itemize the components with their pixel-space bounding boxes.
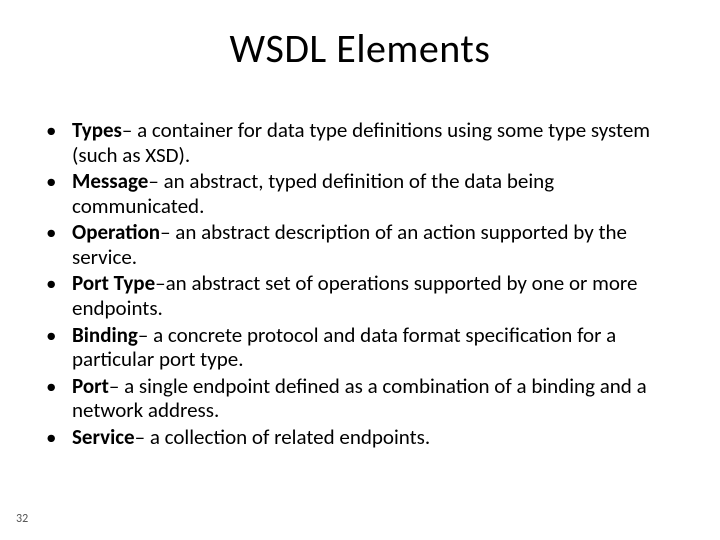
desc: – a collection of related endpoints. [135,424,431,450]
bullet-icon: • [46,220,72,245]
term: Port Type [72,270,155,296]
list-item: •Binding– a concrete protocol and data f… [46,323,674,372]
term: Types [72,117,122,143]
bullet-icon: • [46,169,72,194]
list-item: •Port Type–an abstract set of operations… [46,271,674,320]
bullet-list: •Types– a container for data type defini… [46,118,674,449]
bullet-icon: • [46,118,72,143]
bullet-icon: • [46,425,72,450]
term: Operation [72,219,160,245]
slide: WSDL Elements •Types– a container for da… [0,0,720,540]
list-item: •Message– an abstract, typed definition … [46,169,674,218]
bullet-icon: • [46,323,72,348]
desc: –an abstract set of operations supported… [72,270,637,321]
term: Port [72,373,109,399]
bullet-icon: • [46,271,72,296]
slide-content: •Types– a container for data type defini… [46,118,674,451]
page-number: 32 [16,512,28,526]
desc: – a concrete protocol and data format sp… [72,322,616,373]
slide-title: WSDL Elements [0,24,720,73]
term: Binding [72,322,138,348]
term: Message [72,168,148,194]
list-item: •Service– a collection of related endpoi… [46,425,674,450]
list-item: •Port– a single endpoint defined as a co… [46,374,674,423]
desc: – a single endpoint defined as a combina… [72,373,647,424]
desc: – a container for data type definitions … [72,117,650,168]
list-item: •Types– a container for data type defini… [46,118,674,167]
term: Service [72,424,135,450]
bullet-icon: • [46,374,72,399]
list-item: •Operation– an abstract description of a… [46,220,674,269]
